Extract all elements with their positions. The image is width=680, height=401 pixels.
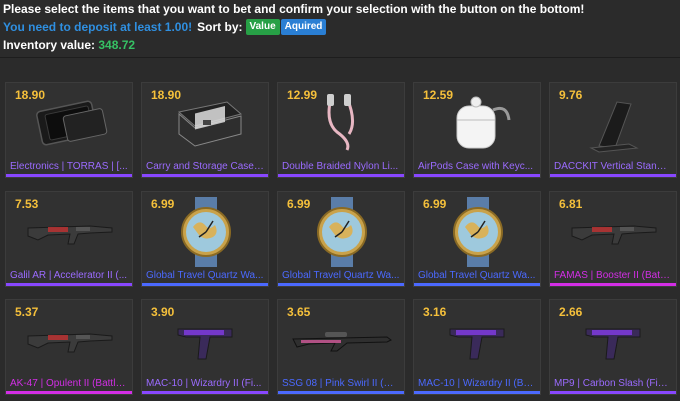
item-price: 3.65 [287, 305, 311, 319]
item-name: Carry and Storage Case ... [146, 161, 264, 172]
sort-row: You need to deposit at least 1.00! Sort … [3, 18, 679, 36]
item-name: MAC-10 | Wizardry II (Fi... [146, 378, 262, 389]
item-price: 6.99 [423, 197, 447, 211]
inventory-value: 348.72 [98, 38, 136, 52]
item-name: MAC-10 | Wizardry II (Ba... [418, 378, 536, 389]
item-price: 18.90 [15, 88, 46, 102]
rarity-bar [550, 391, 676, 394]
rarity-bar [414, 174, 540, 177]
item-price: 2.66 [559, 305, 583, 319]
rarity-bar [550, 174, 676, 177]
inventory-item-card[interactable]: 2.66 MP9 | Carbon Slash (Fiel... [549, 299, 677, 395]
inventory-item-card[interactable]: 12.99 Double Braided Nylon Li... [277, 82, 405, 178]
rarity-bar [6, 391, 132, 394]
rarity-bar [142, 391, 268, 394]
rarity-bar [550, 283, 676, 286]
sort-label: Sort by: [197, 20, 243, 34]
rarity-bar [414, 283, 540, 286]
sort-by-acquired-button[interactable]: Aquired [280, 19, 327, 35]
inventory-item-card[interactable]: 9.76 DACCKIT Vertical Stand ... [549, 82, 677, 178]
inventory-label: Inventory value: [3, 38, 96, 52]
inventory-item-card[interactable]: 12.59 AirPods Case with Keyc... [413, 82, 541, 178]
instruction-text: Please select the items that you want to… [3, 2, 585, 16]
item-name: DACCKIT Vertical Stand ... [554, 161, 672, 172]
inventory-item-card[interactable]: 6.81 FAMAS | Booster II (Battl... [549, 191, 677, 287]
item-price: 6.81 [559, 197, 583, 211]
inventory-item-card[interactable]: 7.53 Galil AR | Accelerator II (... [5, 191, 133, 287]
deposit-warning: You need to deposit at least 1.00! [3, 20, 193, 34]
inventory-item-card[interactable]: 5.37 AK-47 | Opulent II (Battle... [5, 299, 133, 395]
item-name: FAMAS | Booster II (Battl... [554, 270, 672, 281]
inventory-value-row: Inventory value: 348.72 [3, 38, 679, 52]
header: Please select the items that you want to… [3, 2, 679, 52]
inventory-item-card[interactable]: 6.99 Global Travel Quartz Wa... [277, 191, 405, 287]
rarity-bar [6, 174, 132, 177]
inventory-item-card[interactable]: 3.90 MAC-10 | Wizardry II (Fi... [141, 299, 269, 395]
inventory-item-card[interactable]: 18.90 Carry and Storage Case ... [141, 82, 269, 178]
inventory-item-card[interactable]: 6.99 Global Travel Quartz Wa... [413, 191, 541, 287]
item-name: Global Travel Quartz Wa... [282, 270, 400, 281]
item-price: 6.99 [151, 197, 175, 211]
item-price: 12.59 [423, 88, 454, 102]
inventory-item-card[interactable]: 18.90 Electronics | TORRAS | [... [5, 82, 133, 178]
item-price: 12.99 [287, 88, 318, 102]
sort-by-value-button[interactable]: Value [245, 19, 280, 35]
inventory-item-card[interactable]: 3.16 MAC-10 | Wizardry II (Ba... [413, 299, 541, 395]
rarity-bar [278, 174, 404, 177]
item-name: Global Travel Quartz Wa... [146, 270, 264, 281]
item-name: Global Travel Quartz Wa... [418, 270, 536, 281]
item-name: Electronics | TORRAS | [... [10, 161, 128, 172]
item-price: 7.53 [15, 197, 39, 211]
item-name: MP9 | Carbon Slash (Fiel... [554, 378, 672, 389]
divider [0, 57, 680, 58]
item-price: 3.16 [423, 305, 447, 319]
item-name: Galil AR | Accelerator II (... [10, 270, 128, 281]
rarity-bar [278, 391, 404, 394]
inventory-item-card[interactable]: 3.65 SSG 08 | Pink Swirl II (Ba... [277, 299, 405, 395]
item-price: 3.90 [151, 305, 175, 319]
rarity-bar [142, 174, 268, 177]
rarity-bar [6, 283, 132, 286]
rarity-bar [142, 283, 268, 286]
item-price: 5.37 [15, 305, 39, 319]
item-name: SSG 08 | Pink Swirl II (Ba... [282, 378, 400, 389]
item-name: Double Braided Nylon Li... [282, 161, 399, 172]
rarity-bar [414, 391, 540, 394]
inventory-item-card[interactable]: 6.99 Global Travel Quartz Wa... [141, 191, 269, 287]
rarity-bar [278, 283, 404, 286]
item-name: AirPods Case with Keyc... [418, 161, 534, 172]
item-price: 9.76 [559, 88, 583, 102]
item-price: 6.99 [287, 197, 311, 211]
item-name: AK-47 | Opulent II (Battle... [10, 378, 128, 389]
item-price: 18.90 [151, 88, 182, 102]
